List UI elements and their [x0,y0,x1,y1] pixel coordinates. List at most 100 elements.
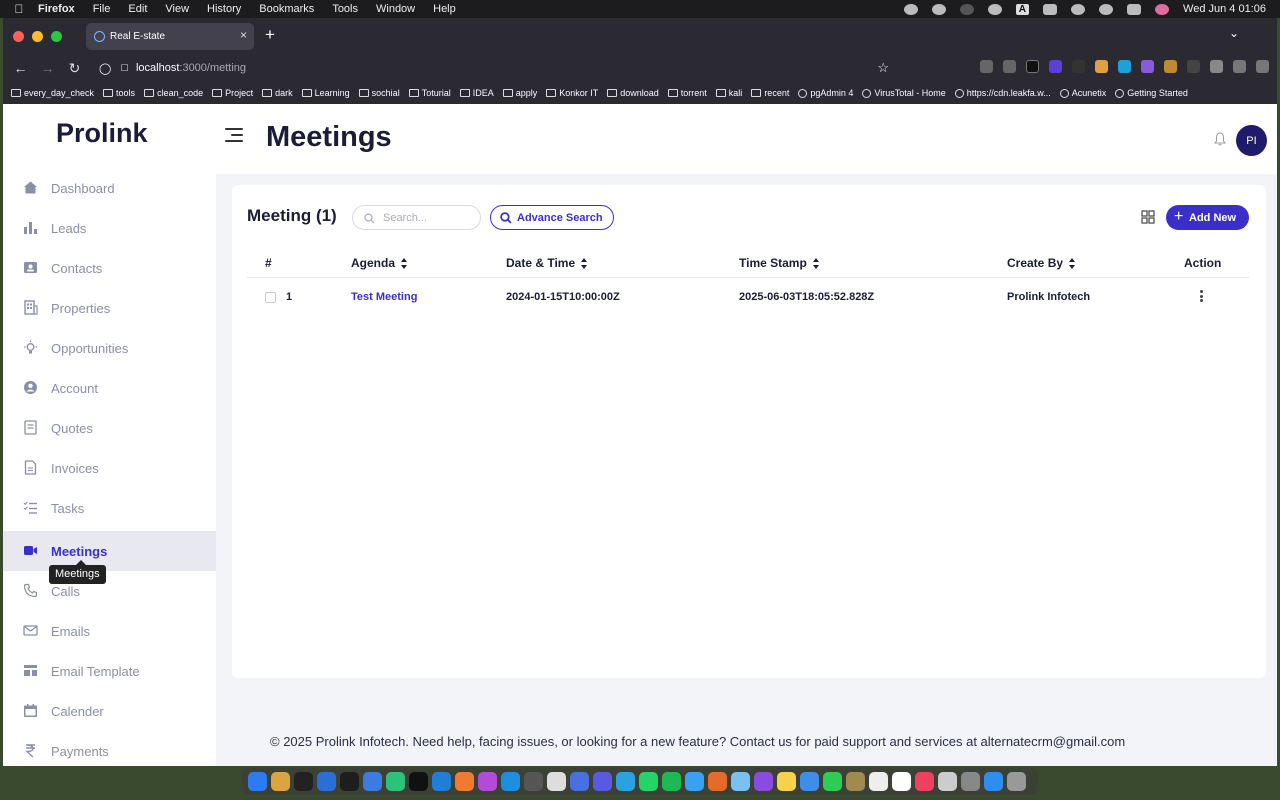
pocket-icon[interactable] [980,60,993,73]
sidebar-item-payments[interactable]: Payments [3,731,216,766]
sidebar-item-calls[interactable]: Calls [3,571,216,611]
bookmark-item[interactable]: Project [212,88,253,98]
whatsapp-icon[interactable] [639,772,658,791]
close-window-icon[interactable] [13,31,24,42]
sidebar-item-quotes[interactable]: Quotes [3,408,216,448]
bookmark-item[interactable]: torrent [667,88,707,98]
sort-icon[interactable] [581,257,588,269]
app-icon[interactable] [846,772,865,791]
docker-icon[interactable] [501,772,520,791]
tray-app-icon[interactable] [903,3,918,15]
fullscreen-window-icon[interactable] [51,31,62,42]
sidebar-item-emails[interactable]: Emails [3,611,216,651]
app-icon[interactable] [386,772,405,791]
bell-icon[interactable] [1214,132,1226,146]
menu-app-name[interactable]: Firefox [38,3,75,15]
sidebar-item-leads[interactable]: Leads [3,208,216,248]
hamburger-menu-icon[interactable] [1256,60,1269,73]
bookmark-item[interactable]: Konkor IT [546,88,598,98]
app-icon[interactable] [593,772,612,791]
back-arrow-icon[interactable]: ← [7,60,34,76]
app-icon[interactable] [731,772,750,791]
add-new-button[interactable]: + Add New [1166,205,1249,230]
menu-window[interactable]: Window [376,3,415,15]
spotlight-icon[interactable] [1099,3,1114,15]
bookmark-item[interactable]: kali [715,88,742,98]
sidebar-item-invoices[interactable]: Invoices [3,448,216,488]
bookmark-item[interactable]: Toturial [408,88,451,98]
bookmark-item[interactable]: Learning [301,88,350,98]
menu-help[interactable]: Help [433,3,456,15]
sort-icon[interactable] [1069,257,1076,269]
agenda-link[interactable]: Test Meeting [351,291,417,303]
sidebar-item-tasks[interactable]: Tasks [3,488,216,528]
apple-icon[interactable]:  [0,2,38,16]
calendar-icon[interactable] [892,772,911,791]
extension-icon[interactable] [1049,60,1062,73]
input-source-icon[interactable]: A [1015,3,1030,15]
grid-apps-icon[interactable] [1210,60,1223,73]
figma-icon[interactable] [478,772,497,791]
extension-icon[interactable] [1118,60,1131,73]
trash-icon[interactable] [1007,772,1026,791]
bookmark-item[interactable]: apply [502,88,537,98]
bookmark-item[interactable]: pgAdmin 4 [798,88,853,98]
extension-icon[interactable] [1095,60,1108,73]
minimize-window-icon[interactable] [32,31,43,42]
tray-app-icon[interactable] [931,3,946,15]
column-header-time-stamp[interactable]: Time Stamp [739,256,820,270]
music-icon[interactable] [915,772,934,791]
new-tab-icon[interactable]: + [265,25,275,45]
safari-icon[interactable] [685,772,704,791]
menu-file[interactable]: File [93,3,111,15]
column-header-date-time[interactable]: Date & Time [506,256,588,270]
battery-icon[interactable] [1043,3,1058,15]
vscode-icon[interactable] [432,772,451,791]
sidebar-item-opportunities[interactable]: Opportunities [3,328,216,368]
avatar[interactable]: PI [1236,125,1267,156]
bookmark-star-icon[interactable]: ☆ [877,60,889,76]
sort-icon[interactable] [401,257,408,269]
sort-icon[interactable] [812,257,820,269]
menubar-clock[interactable]: Wed Jun 4 01:06 [1183,3,1266,15]
bookmark-item[interactable]: tools [103,88,135,98]
bookmark-item[interactable]: VirusTotal - Home [862,88,946,98]
close-tab-icon[interactable]: × [240,28,247,42]
extension-icon[interactable] [1187,60,1200,73]
notes-icon[interactable] [777,772,796,791]
shield-icon[interactable]: ◯ [99,62,111,75]
address-bar[interactable]: ◯ □ localhost:3000/metting ☆ [93,56,903,80]
sidebar-item-account[interactable]: Account [3,368,216,408]
bookmark-item[interactable]: recent [751,88,789,98]
control-center-icon[interactable] [1127,3,1142,15]
extension-icon[interactable] [1026,60,1039,73]
sidebar-item-email-template[interactable]: Email Template [3,651,216,691]
bookmark-item[interactable]: download [607,88,659,98]
downloads-icon[interactable] [1003,60,1016,73]
more-actions-icon[interactable] [1200,290,1204,302]
column-header-agenda[interactable]: Agenda [351,256,408,270]
brand-logo[interactable]: Prolink [56,118,148,149]
app-icon[interactable] [409,772,428,791]
app-icon[interactable] [455,772,474,791]
firefox-icon[interactable] [708,772,727,791]
extension-icon[interactable] [1164,60,1177,73]
column-header-create-by[interactable]: Create By [1007,256,1076,270]
wifi-icon[interactable] [1071,3,1086,15]
sidebar-item-calender[interactable]: Calender [3,691,216,731]
terminal-icon[interactable] [294,772,313,791]
row-checkbox[interactable] [265,292,276,303]
bookmark-item[interactable]: Getting Started [1115,88,1188,98]
menu-view[interactable]: View [165,3,189,15]
bookmark-item[interactable]: IDEA [459,88,494,98]
menu-tools[interactable]: Tools [332,3,358,15]
siri-icon[interactable] [1155,3,1170,15]
app-icon[interactable] [340,772,359,791]
sidebar-item-dashboard[interactable]: Dashboard [3,168,216,208]
finder-icon[interactable] [248,772,267,791]
app-icon[interactable] [938,772,957,791]
launchpad-icon[interactable] [271,772,290,791]
menu-bookmarks[interactable]: Bookmarks [259,3,314,15]
app-icon[interactable] [524,772,543,791]
app-icon[interactable] [363,772,382,791]
